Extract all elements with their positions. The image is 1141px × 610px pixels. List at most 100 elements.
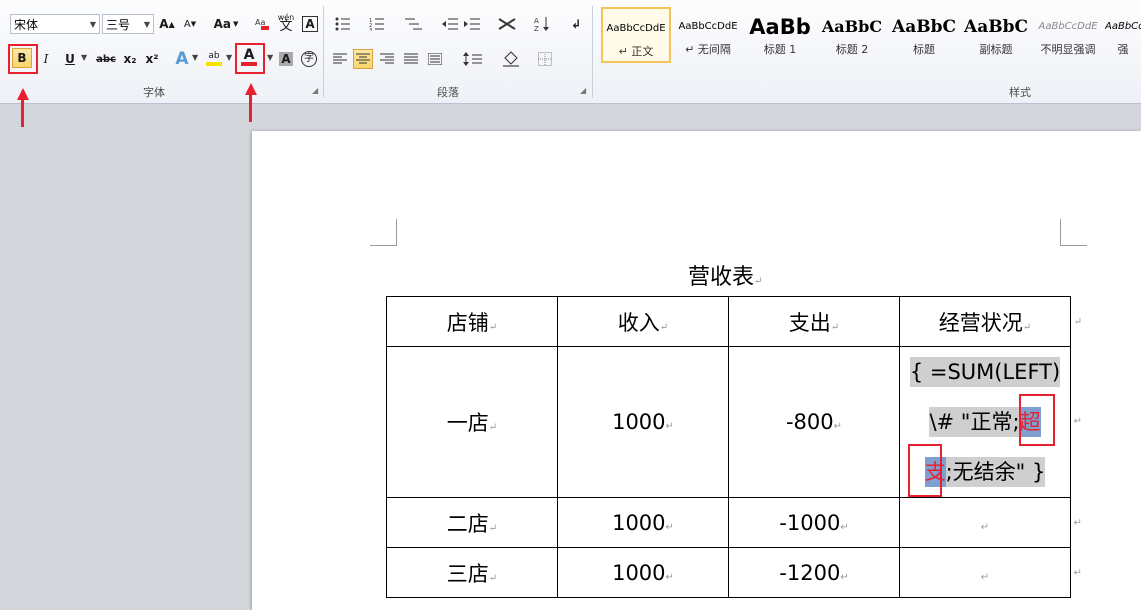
character-border-button[interactable]: A (300, 14, 320, 34)
row-end-mark: ↵ (1073, 316, 1082, 327)
grow-font-button[interactable]: A ▲ (157, 14, 177, 34)
character-border-icon: A (302, 16, 318, 32)
bold-highlight-box (8, 44, 38, 74)
field-code[interactable]: { =SUM(LEFT) \# "正常;超 支;无结余" } (900, 347, 1070, 497)
style-heading-1[interactable]: AaBb 标题 1 (745, 7, 815, 63)
italic-button[interactable]: I (36, 49, 56, 69)
align-right-icon (380, 53, 394, 64)
shading-button[interactable] (498, 49, 524, 69)
distributed-button[interactable] (425, 49, 445, 69)
style-name: 不明显强调 (1040, 43, 1096, 56)
style-sample: AaBbCcDdE (1038, 21, 1098, 32)
multilevel-list-button[interactable] (400, 14, 426, 34)
chevron-down-icon[interactable]: ▼ (81, 53, 87, 62)
justify-button[interactable] (401, 49, 421, 69)
chevron-down-icon[interactable]: ▼ (226, 53, 232, 62)
grow-font-icon: A (159, 17, 169, 31)
cell-mark: ↵ (665, 521, 674, 533)
style-strong[interactable]: AaBbCcDdE 强 (1105, 7, 1141, 63)
dialog-launcher-icon[interactable]: ◢ (580, 87, 588, 95)
status-cell[interactable]: ↵ ↵ (899, 547, 1082, 598)
text-effect-button[interactable]: A (172, 49, 192, 69)
underline-button[interactable]: U (60, 49, 80, 69)
align-center-button[interactable] (353, 49, 373, 69)
chevron-down-icon[interactable]: ▼ (192, 53, 198, 62)
svg-text:Z: Z (534, 25, 539, 32)
clear-format-button[interactable]: Aa (252, 14, 272, 34)
income-cell[interactable]: 1000↵ (557, 497, 729, 548)
expense-text: -1200 (779, 560, 841, 585)
group-divider (592, 6, 593, 98)
header-text: 支出 (788, 310, 831, 335)
align-left-button[interactable] (330, 49, 350, 69)
store-cell[interactable]: 一店↵ (386, 346, 558, 498)
paragraph-mark: ↵ (754, 276, 763, 287)
field-code-line-2: \# "正常; (929, 407, 1020, 437)
cell-mark: ↵ (830, 321, 840, 333)
numbering-button[interactable]: 123 (366, 14, 392, 34)
cell-mark: ↵ (488, 572, 498, 584)
character-shading-icon: A (279, 52, 293, 66)
cell-mark: ↵ (840, 571, 849, 583)
style-title[interactable]: AaBbC 标题 (889, 7, 959, 63)
style-no-spacing[interactable]: AaBbCcDdE ↵ 无间隔 (673, 7, 743, 63)
header-cell[interactable]: 收入↵ (557, 296, 729, 347)
status-cell[interactable]: { =SUM(LEFT) \# "正常;超 支;无结余" } ↵ (899, 346, 1082, 498)
style-subtitle[interactable]: AaBbC 副标题 (961, 7, 1031, 63)
style-subtle-emphasis[interactable]: AaBbCcDdE 不明显强调 (1033, 7, 1103, 63)
highlight-button[interactable]: ab (204, 48, 224, 68)
phonetic-guide-button[interactable]: wén 文 (276, 12, 296, 33)
font-size-combobox[interactable]: 三号 ▼ (102, 14, 154, 34)
document-page[interactable]: 营收表↵ 店铺↵ 收入↵ 支出↵ 经营状况↵ ↵ 一店↵ 1000↵ -800↵ … (252, 131, 1141, 610)
style-sample: AaBb (749, 15, 811, 39)
subscript-button[interactable]: x₂ (120, 49, 140, 69)
field-code-line-3: ;无结余" } (945, 457, 1046, 487)
header-cell[interactable]: 经营状况↵ ↵ (899, 296, 1082, 347)
store-text: 二店 (446, 511, 489, 536)
store-cell[interactable]: 二店↵ (386, 497, 558, 548)
margin-corner-mark (1060, 219, 1087, 246)
header-cell[interactable]: 店铺↵ (386, 296, 558, 347)
align-right-button[interactable] (377, 49, 397, 69)
style-normal[interactable]: AaBbCcDdE ↵ 正文 (601, 7, 671, 63)
decrease-indent-button[interactable] (440, 14, 460, 34)
dialog-launcher-icon[interactable]: ◢ (312, 87, 320, 95)
table-row: 三店↵ 1000↵ -1200↵ ↵ ↵ (386, 547, 1082, 598)
svg-text:Aa: Aa (255, 18, 265, 27)
show-formatting-marks-button[interactable]: ↲ (566, 14, 586, 34)
shrink-font-button[interactable]: A ▼ (180, 14, 200, 34)
document-title[interactable]: 营收表↵ (688, 259, 762, 291)
sort-button[interactable]: AZ (532, 14, 552, 34)
style-sample: AaBbCcDdE (606, 23, 666, 34)
superscript-button[interactable]: x² (142, 49, 162, 69)
expense-cell[interactable]: -1200↵ (728, 547, 900, 598)
change-case-button[interactable]: Aa ▼ (212, 14, 240, 34)
income-cell[interactable]: 1000↵ (557, 547, 729, 598)
status-cell[interactable]: ↵ ↵ (899, 497, 1082, 548)
expense-cell[interactable]: -800↵ (728, 346, 900, 498)
style-heading-2[interactable]: AaBbC 标题 2 (817, 7, 887, 63)
sort-icon: AZ (534, 17, 549, 32)
enclose-characters-button[interactable]: 字 (299, 49, 319, 69)
store-cell[interactable]: 三店↵ (386, 547, 558, 598)
header-cell[interactable]: 支出↵ (728, 296, 900, 347)
character-shading-button[interactable]: A (276, 49, 296, 69)
asian-layout-button[interactable] (494, 14, 520, 34)
bullets-button[interactable] (332, 14, 358, 34)
line-spacing-button[interactable] (460, 49, 486, 69)
cell-mark: ↵ (1022, 321, 1032, 333)
expense-cell[interactable]: -1000↵ (728, 497, 900, 548)
increase-indent-button[interactable] (462, 14, 482, 34)
strikethrough-button[interactable]: abc (94, 49, 118, 69)
borders-icon (538, 52, 552, 66)
store-text: 三店 (446, 561, 489, 586)
asian-layout-icon (498, 18, 516, 30)
chevron-down-icon[interactable]: ▼ (267, 53, 273, 62)
style-name: 标题 (913, 43, 935, 56)
align-left-icon (333, 53, 347, 64)
pilcrow-icon: ↲ (570, 17, 582, 31)
borders-button[interactable] (532, 49, 558, 69)
income-cell[interactable]: 1000↵ (557, 346, 729, 498)
font-name-combobox[interactable]: 宋体 ▼ (10, 14, 100, 34)
revenue-table[interactable]: 店铺↵ 收入↵ 支出↵ 经营状况↵ ↵ 一店↵ 1000↵ -800↵ { =SU… (386, 296, 1082, 598)
